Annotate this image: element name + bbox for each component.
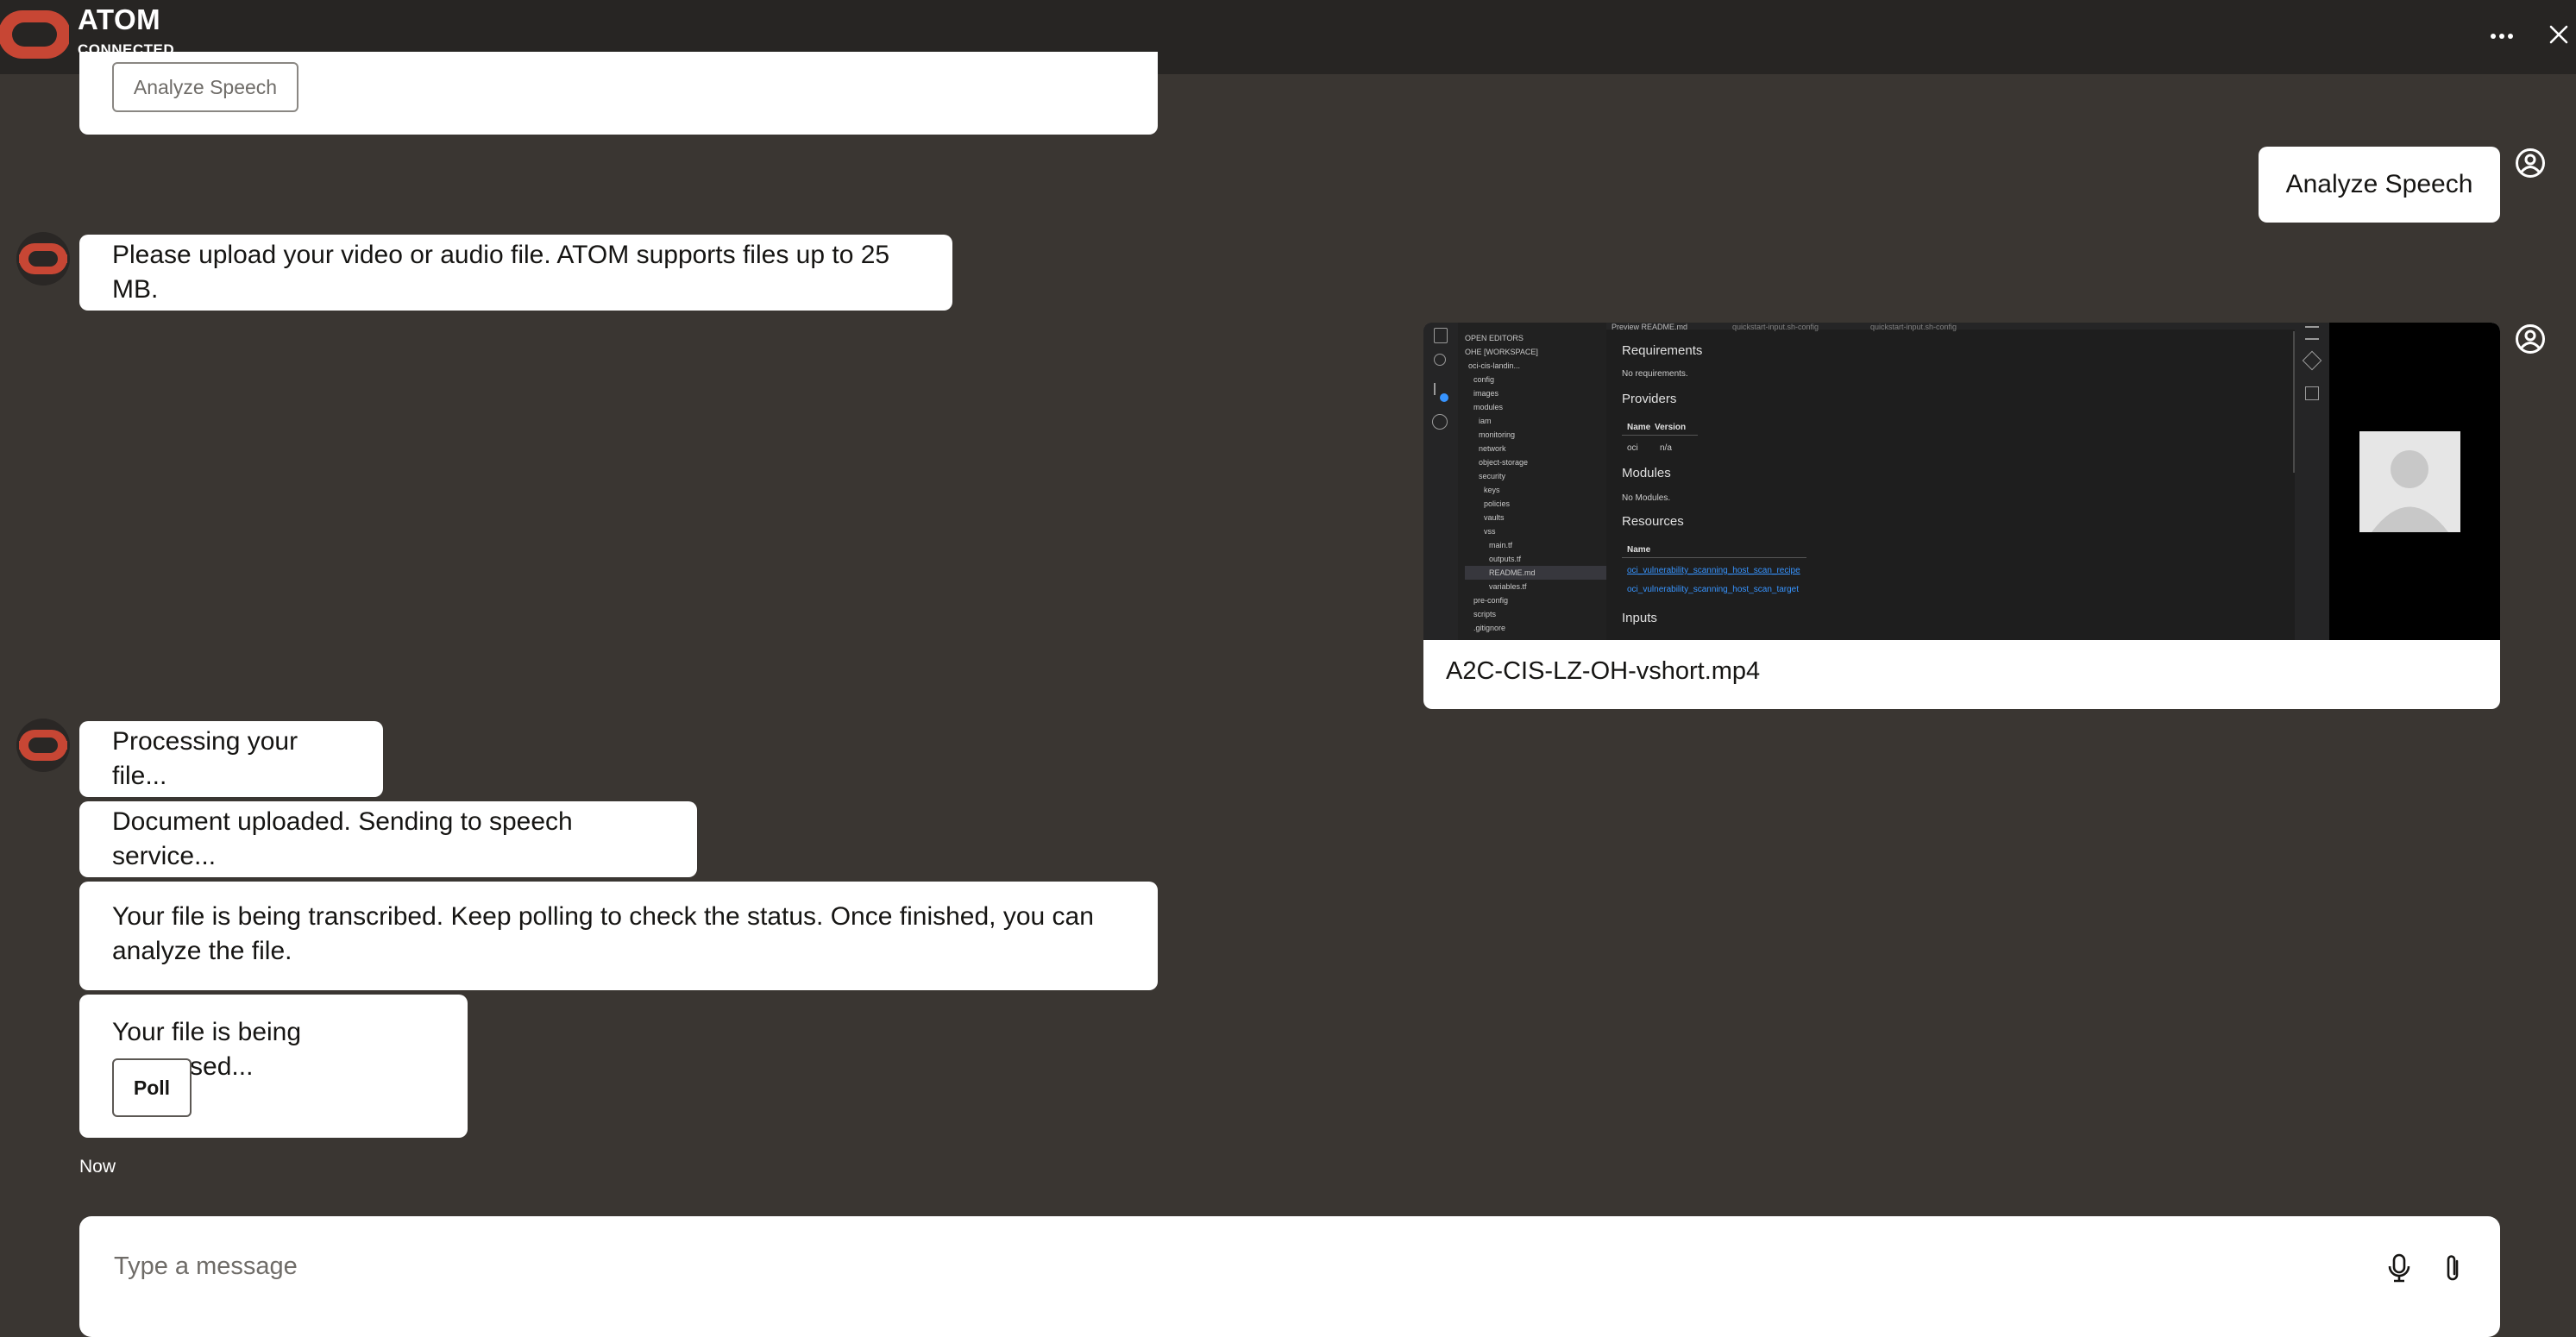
processing-text: Processing your file...	[112, 727, 298, 790]
explorer-tree-item: config	[1473, 375, 1495, 384]
resources-col-name: Name	[1627, 545, 1651, 555]
explorer-tree-item: scripts	[1473, 610, 1497, 618]
heading-requirements: Requirements	[1622, 343, 1703, 358]
activity-bar	[1423, 323, 1458, 640]
explorer-tree-item: modules	[1473, 403, 1504, 411]
message-input[interactable]	[112, 1242, 2355, 1290]
explorer-tree-item: network	[1479, 444, 1506, 453]
processing-message: Processing your file...	[79, 721, 383, 797]
microphone-icon	[2388, 1253, 2410, 1283]
close-icon	[2549, 25, 2568, 44]
side-toolbar	[2295, 323, 2329, 640]
video-screen-content: OPEN EDITORS OHE [WORKSPACE] oci-cis-landi…	[1423, 323, 2329, 640]
transcribing-message: Your file is being transcribed. Keep pol…	[79, 882, 1158, 990]
heading-inputs: Inputs	[1622, 611, 1657, 625]
text-no-requirements: No requirements.	[1622, 369, 1688, 379]
webcam-placeholder-icon	[2359, 431, 2460, 532]
explorer-tree-item: README.md	[1465, 566, 1606, 580]
file-explorer: OPEN EDITORS OHE [WORKSPACE] oci-cis-landi…	[1458, 323, 1606, 640]
message-timestamp: Now	[79, 1157, 116, 1177]
heading-resources: Resources	[1622, 514, 1684, 529]
user-avatar-icon	[2514, 147, 2547, 179]
user-avatar-icon	[2514, 323, 2547, 355]
explorer-tree-item: monitoring	[1479, 430, 1516, 439]
upload-prompt-text: Please upload your video or audio file. …	[112, 241, 890, 304]
resource-link: oci_vulnerability_scanning_host_scan_rec…	[1627, 566, 1800, 575]
heading-modules: Modules	[1622, 466, 1671, 480]
explorer-tree-item: .gitignore	[1473, 624, 1506, 632]
close-button[interactable]	[2541, 17, 2576, 52]
poll-button[interactable]: Poll	[112, 1058, 192, 1117]
video-filename: A2C-CIS-LZ-OH-vshort.mp4	[1446, 657, 1761, 685]
explorer-tree-item: vaults	[1484, 513, 1505, 522]
uploaded-message: Document uploaded. Sending to speech ser…	[79, 801, 697, 877]
explorer-tree-item: OHE [WORKSPACE]	[1465, 348, 1538, 356]
explorer-tree-item: outputs.tf	[1489, 555, 1522, 563]
providers-col-name: Name	[1627, 423, 1651, 432]
explorer-tree-item: variables.tf	[1489, 582, 1527, 591]
video-attachment[interactable]: OPEN EDITORS OHE [WORKSPACE] oci-cis-landi…	[1423, 323, 2500, 709]
video-preview[interactable]: OPEN EDITORS OHE [WORKSPACE] oci-cis-landi…	[1423, 323, 2500, 640]
providers-col-version: Version	[1655, 423, 1687, 432]
bot-avatar-icon	[16, 718, 71, 773]
paperclip-icon	[2447, 1255, 2459, 1281]
user-message-text: Analyze Speech	[2285, 170, 2473, 198]
provider-name: oci	[1627, 443, 1638, 453]
attach-button[interactable]	[2438, 1251, 2467, 1285]
resource-link: oci_vulnerability_scanning_host_scan_tar…	[1627, 585, 1800, 594]
explorer-tree-item: OPEN EDITORS	[1465, 334, 1524, 342]
app-title: ATOM	[78, 3, 161, 35]
heading-providers: Providers	[1622, 392, 1677, 406]
explorer-tree-item: policies	[1484, 499, 1511, 508]
explorer-tree-item: oci-cis-landin...	[1468, 361, 1521, 370]
text-no-modules: No Modules.	[1622, 493, 1671, 503]
more-options-button[interactable]	[2485, 19, 2519, 53]
explorer-tree-item: vss	[1484, 527, 1496, 536]
explorer-tree-item: object-storage	[1479, 458, 1529, 467]
provider-version: n/a	[1660, 443, 1672, 453]
atom-logo-icon	[0, 2, 71, 67]
transcribing-text: Your file is being transcribed. Keep pol…	[112, 902, 1094, 965]
editor-tab: Preview README.md	[1612, 323, 1688, 331]
uploaded-text: Document uploaded. Sending to speech ser…	[112, 807, 573, 870]
more-horizontal-icon	[2491, 34, 2513, 39]
bot-avatar-icon	[16, 231, 71, 286]
editor-tab: quickstart-input.sh-config	[1870, 323, 1957, 331]
explorer-tree-item: main.tf	[1489, 541, 1513, 549]
explorer-tree-item: keys	[1484, 486, 1500, 494]
readme-preview: Preview README.md quickstart-input.sh-co…	[1606, 323, 2329, 640]
microphone-button[interactable]	[2384, 1251, 2414, 1285]
explorer-tree-item: images	[1473, 389, 1499, 398]
user-message: Analyze Speech	[2259, 147, 2500, 223]
upload-prompt-message: Please upload your video or audio file. …	[79, 235, 952, 311]
analyze-speech-option-button[interactable]: Analyze Speech	[112, 62, 298, 112]
explorer-tree-item: pre-config	[1473, 596, 1509, 605]
explorer-tree-item: security	[1479, 472, 1506, 480]
editor-tab: quickstart-input.sh-config	[1732, 323, 1819, 331]
explorer-tree-item: iam	[1479, 417, 1492, 425]
